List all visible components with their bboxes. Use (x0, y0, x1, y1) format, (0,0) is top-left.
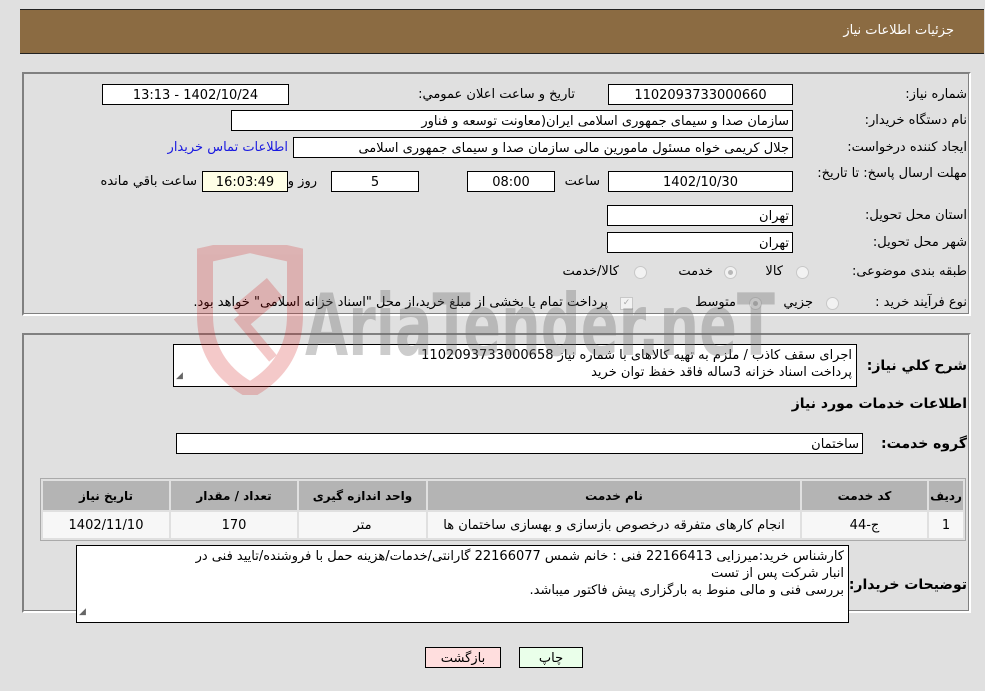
summary-textarea[interactable]: اجرای سقف کاذب / ملزم به تهیه کالاهای با… (173, 344, 857, 387)
col-header-service-code: كد خدمت (802, 481, 927, 510)
creator-field: جلال کریمی خواه مسئول مامورین مالی سازما… (293, 137, 793, 158)
table-row: 1 ج-44 انجام کارهای متفرقه درخصوص بازساز… (43, 512, 963, 538)
category-radio-service[interactable] (724, 266, 737, 279)
category-radio-goods-service[interactable] (634, 266, 647, 279)
cell-service-name: انجام کارهای متفرقه درخصوص بازسازی و بهس… (428, 512, 800, 538)
page-header: جزئيات اطلاعات نياز (20, 9, 984, 54)
back-button[interactable]: بازگشت (425, 647, 501, 668)
province-field: تهران (607, 205, 793, 226)
days-remaining-field: 5 (331, 171, 419, 192)
cell-need-date: 1402/11/10 (43, 512, 169, 538)
col-header-service-name: نام خدمت (428, 481, 800, 510)
cell-unit: متر (299, 512, 426, 538)
days-label: روز و (287, 174, 317, 189)
buyer-org-field: سازمان صدا و سیمای جمهوری اسلامی ایران(م… (231, 110, 793, 131)
treasury-checkbox[interactable]: ✓ (620, 297, 633, 310)
buyer-org-label: نام دستگاه خريدار: (864, 113, 967, 128)
services-table: رديف كد خدمت نام خدمت واحد اندازه گيری ت… (40, 478, 966, 541)
buyer-notes-line: بررسی فنی و مالی منوط به بارگزاری پیش فا… (529, 583, 844, 598)
purchase-type-option-medium: متوسط (695, 295, 736, 310)
col-header-unit: واحد اندازه گيری (299, 481, 426, 510)
deadline-label: مهلت ارسال پاسخ: تا تاريخ: (817, 166, 967, 181)
buyer-notes-textarea[interactable]: کارشناس خرید:میرزایی 22166413 فنی : خانم… (76, 545, 849, 623)
cell-quantity: 170 (171, 512, 297, 538)
purchase-type-radio-minor[interactable] (826, 297, 839, 310)
cell-row-number: 1 (929, 512, 963, 538)
summary-line: اجرای سقف کاذب / ملزم به تهیه کالاهای با… (421, 348, 852, 363)
summary-label: شرح كلي نياز: (866, 358, 967, 374)
remaining-time-field: 16:03:49 (202, 171, 288, 192)
category-option-service: خدمت (678, 264, 713, 279)
services-heading: اطلاعات خدمات مورد نياز (791, 396, 967, 412)
purchase-type-radio-medium[interactable] (749, 297, 762, 310)
deadline-time-label: ساعت (564, 174, 600, 189)
resize-grip-icon[interactable]: ◢ (79, 604, 86, 621)
category-label: طبقه بندی موضوعی: (851, 264, 967, 279)
buyer-notes-label: توضيحات خريدار: (848, 577, 967, 593)
page-title: جزئيات اطلاعات نياز (843, 23, 954, 38)
purchase-type-option-minor: جزيي (783, 295, 813, 310)
category-option-goods-service: کالا/خدمت (562, 264, 619, 279)
col-header-need-date: تاريخ نياز (43, 481, 169, 510)
deadline-date-field: 1402/10/30 (608, 171, 793, 192)
buyer-notes-line: انبار شرکت پس از تست (710, 566, 844, 581)
need-number-field: 1102093733000660 (608, 84, 793, 105)
resize-grip-icon[interactable]: ◢ (176, 368, 183, 385)
buyer-notes-line: کارشناس خرید:میرزایی 22166413 فنی : خانم… (195, 549, 844, 564)
buyer-contact-link[interactable]: اطلاعات تماس خريدار (168, 140, 288, 155)
deadline-time-field: 08:00 (467, 171, 555, 192)
creator-label: ايجاد كننده درخواست: (847, 140, 967, 155)
summary-line: پرداخت اسناد خزانه 3ساله فاقد خفظ توان خ… (591, 365, 852, 380)
col-header-row-number: رديف (929, 481, 963, 510)
remaining-label: ساعت باقي مانده (100, 174, 197, 189)
treasury-note: پرداخت تمام يا بخشی از مبلغ خريد،از محل … (193, 295, 608, 310)
city-field: تهران (607, 232, 793, 253)
city-label: شهر محل تحويل: (872, 235, 967, 250)
category-option-goods: کالا (765, 264, 783, 279)
announce-datetime-field: 1402/10/24 - 13:13 (102, 84, 289, 105)
service-group-label: گروه خدمت: (881, 436, 967, 452)
table-header-row: رديف كد خدمت نام خدمت واحد اندازه گيری ت… (43, 481, 963, 510)
need-info-panel (22, 72, 971, 316)
announce-label: تاريخ و ساعت اعلان عمومي: (418, 87, 575, 102)
col-header-quantity: تعداد / مقدار (171, 481, 297, 510)
purchase-type-label: نوع فرآیند خرید : (875, 295, 967, 310)
service-group-field: ساختمان (176, 433, 863, 454)
print-button[interactable]: چاپ (519, 647, 583, 668)
province-label: استان محل تحويل: (865, 208, 967, 223)
need-number-label: شماره نياز: (905, 87, 967, 102)
category-radio-goods[interactable] (796, 266, 809, 279)
cell-service-code: ج-44 (802, 512, 927, 538)
